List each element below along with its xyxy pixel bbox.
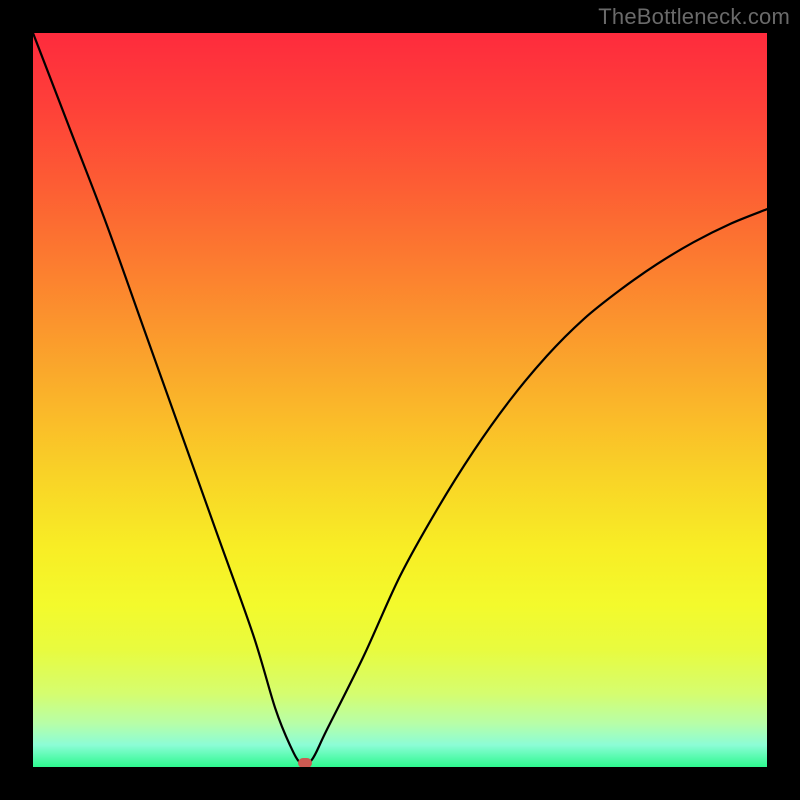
gradient-background [33, 33, 767, 767]
plot-svg [33, 33, 767, 767]
bottleneck-marker [298, 758, 312, 767]
watermark-text: TheBottleneck.com [598, 4, 790, 30]
plot-area [33, 33, 767, 767]
chart-frame: TheBottleneck.com [0, 0, 800, 800]
